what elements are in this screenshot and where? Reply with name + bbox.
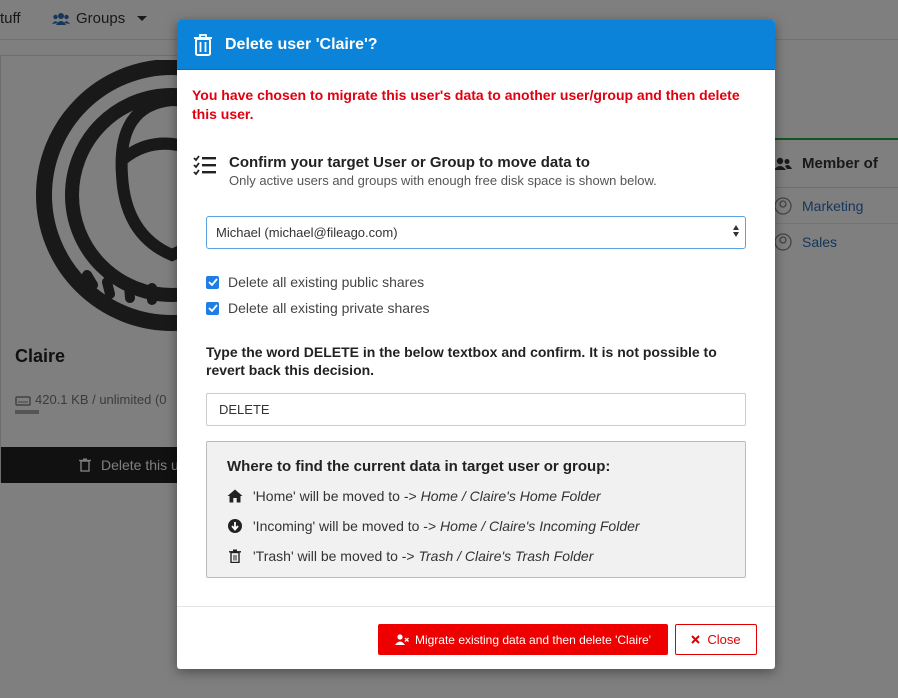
info-line-incoming: 'Incoming' will be moved to -> Home / Cl…: [227, 518, 640, 534]
info-heading: Where to find the current data in target…: [227, 458, 611, 475]
target-user-value: Michael (michael@fileago.com): [216, 225, 398, 240]
target-user-select[interactable]: Michael (michael@fileago.com): [206, 216, 746, 249]
arrow-circle-down-icon: [228, 519, 242, 533]
info-line-path: Trash / Claire's Trash Folder: [418, 548, 594, 564]
home-icon: [227, 489, 243, 503]
target-subtitle: Only active users and groups with enough…: [229, 173, 657, 188]
dialog-header: Delete user 'Claire'?: [177, 20, 775, 70]
user-times-icon: [394, 634, 409, 645]
data-location-info: Where to find the current data in target…: [206, 441, 746, 578]
dialog-title: Delete user 'Claire'?: [225, 35, 378, 53]
migrate-button-label: Migrate existing data and then delete 'C…: [414, 632, 652, 647]
delete-confirm-input[interactable]: DELETE: [206, 393, 746, 426]
checkbox-checked-icon[interactable]: [206, 275, 219, 289]
checkbox-label: Delete all existing public shares: [228, 274, 425, 290]
dialog-body: You have chosen to migrate this user's d…: [177, 70, 775, 606]
checkbox-checked-icon[interactable]: [206, 301, 219, 315]
delete-user-dialog: Delete user 'Claire'? You have chosen to…: [177, 20, 775, 669]
delete-public-shares-checkbox[interactable]: Delete all existing public shares: [206, 274, 424, 290]
info-line-text: 'Trash' will be moved to ->: [253, 548, 419, 564]
close-button-label: Close: [707, 632, 741, 647]
target-section: Confirm your target User or Group to mov…: [193, 154, 753, 189]
close-button[interactable]: Close: [675, 624, 757, 655]
migrate-and-delete-button[interactable]: Migrate existing data and then delete 'C…: [378, 624, 668, 655]
target-title: Confirm your target User or Group to mov…: [229, 154, 590, 171]
info-line-path: Home / Claire's Incoming Folder: [440, 518, 640, 534]
delete-private-shares-checkbox[interactable]: Delete all existing private shares: [206, 300, 430, 316]
checkbox-label: Delete all existing private shares: [228, 300, 430, 316]
select-arrows-icon: [733, 225, 739, 237]
dialog-footer: Migrate existing data and then delete 'C…: [177, 606, 775, 669]
info-line-trash: 'Trash' will be moved to -> Trash / Clai…: [227, 548, 593, 564]
warning-message: You have chosen to migrate this user's d…: [192, 87, 740, 122]
info-line-home: 'Home' will be moved to -> Home / Claire…: [227, 488, 601, 504]
info-line-text: 'Home' will be moved to ->: [253, 488, 421, 504]
info-line-path: Home / Claire's Home Folder: [420, 488, 601, 504]
delete-instruction: Type the word DELETE in the below textbo…: [206, 344, 717, 378]
tasks-list-icon: [193, 155, 216, 176]
trash-icon: [229, 549, 241, 563]
info-line-text: 'Incoming' will be moved to ->: [253, 518, 441, 534]
trash-icon: [194, 33, 212, 56]
close-icon: [691, 635, 701, 644]
